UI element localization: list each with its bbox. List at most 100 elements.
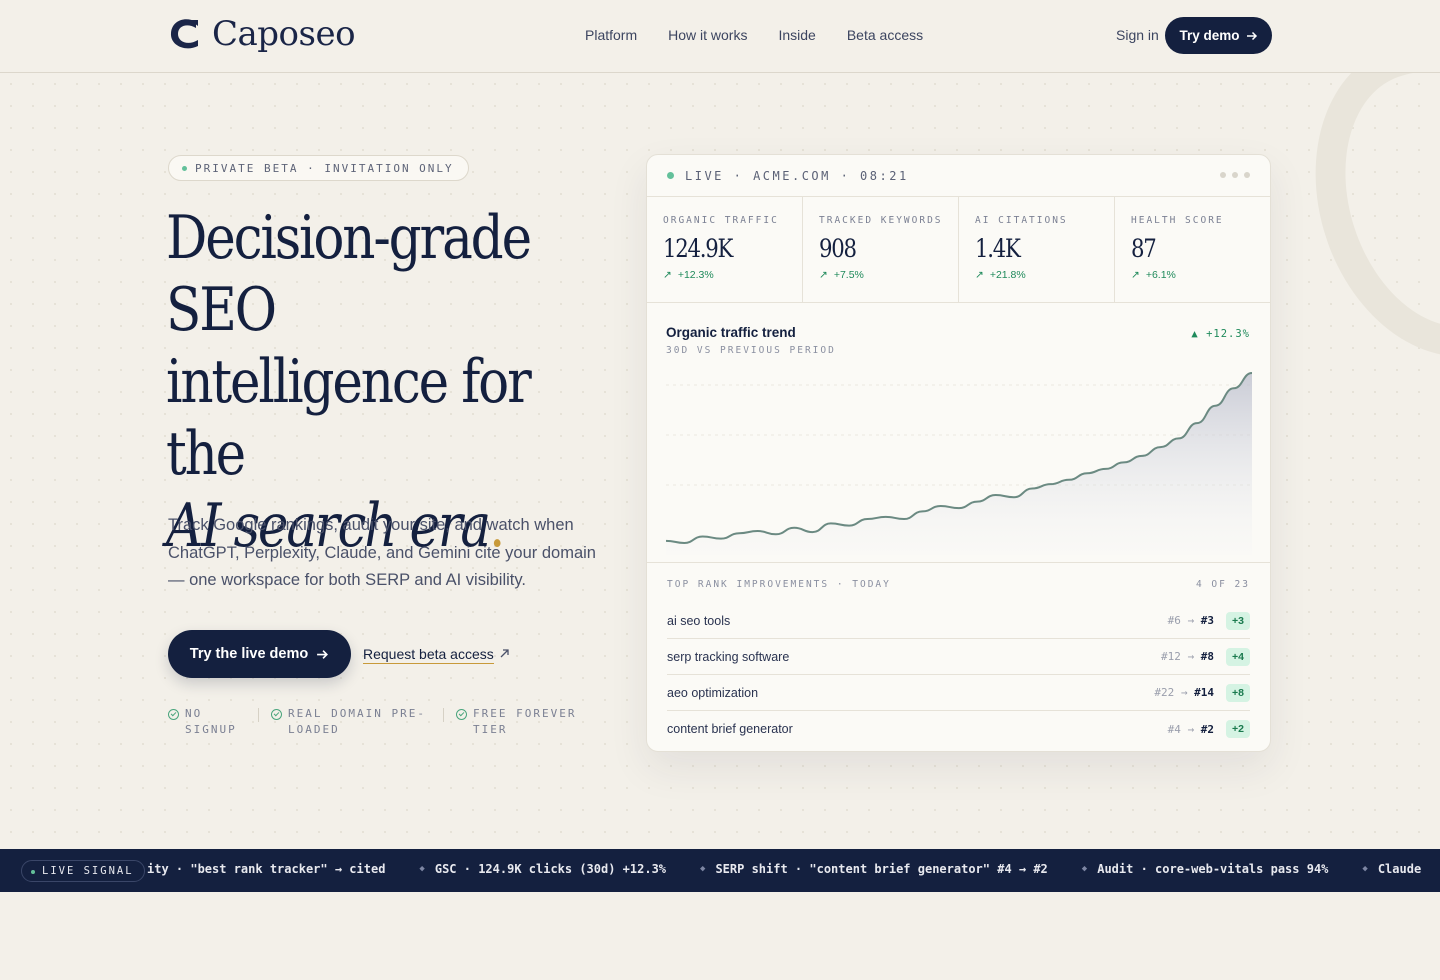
kpi-value: 87 [1131,234,1157,263]
kpi-value: 1.4K [975,234,1021,263]
window-dots-icon [1220,172,1250,178]
chart-delta: ▲ +12.3% [1191,328,1250,340]
check-circle-icon [271,709,282,720]
perk-real-domain: REAL DOMAIN PRE-LOADED [271,706,431,738]
kpi-delta: ↗ +7.5% [819,269,958,281]
kpi-health-score: HEALTH SCORE 87 ↗ +6.1% [1115,197,1270,302]
rank-from: #12 [1161,650,1181,663]
trend-chart-svg [666,372,1252,555]
ranks-header: TOP RANK IMPROVEMENTS · TODAY 4 OF 23 [667,563,1250,603]
perk-label: FREE FOREVER TIER [473,707,577,736]
kpi-delta-value: +12.3% [677,269,714,281]
trend-up-icon: ↗ [819,269,828,281]
check-circle-icon [168,709,179,720]
rank-row[interactable]: serp tracking software #12 → #8 +4 [667,639,1250,675]
kpi-label: AI CITATIONS [975,215,1068,226]
ticker-text: GSC · 124.9K clicks (30d) +12.3% [434,862,667,876]
request-beta-link[interactable]: Request beta access [363,646,494,664]
rank-to: #3 [1200,614,1214,627]
nav-platform[interactable]: Platform [585,27,637,43]
rank-keyword: ai seo tools [667,613,731,628]
rank-keyword: aeo optimization [667,685,759,700]
kpi-row: ORGANIC TRAFFIC 124.9K ↗ +12.3% TRACKED K… [647,197,1270,303]
chart-title: Organic traffic trend [666,325,796,340]
ranks-count: 4 OF 23 [1195,578,1250,590]
kpi-ai-citations: AI CITATIONS 1.4K ↗ +21.8% [959,197,1115,302]
nav-how-it-works[interactable]: How it works [668,27,747,43]
diamond-icon: ◆ [700,864,706,874]
rank-row[interactable]: ai seo tools #6 → #3 +3 [667,603,1250,639]
dashboard-top-bar: LIVE · ACME.COM · 08:21 [647,155,1270,197]
kpi-delta-value: +21.8% [989,269,1026,281]
trend-up-icon: ↗ [663,269,672,281]
site-header: Caposeo Platform How it works Inside Bet… [0,0,1440,73]
ticker-item: ◆ GSC · 124.9K clicks (30d) +12.3% [419,862,666,876]
private-beta-badge: PRIVATE BETA · INVITATION ONLY [168,155,469,181]
traffic-trend-chart: Organic traffic trend 30D VS PREVIOUS PE… [647,303,1270,563]
check-circle-icon [456,709,467,720]
arrow-up-right-icon [500,649,509,658]
live-signal-badge: LIVE SIGNAL [21,860,145,882]
kpi-delta: ↗ +12.3% [663,269,802,281]
kpi-label: TRACKED KEYWORDS [819,215,943,226]
kpi-value: 908 [819,234,857,263]
live-signal-ticker: LIVE SIGNAL ity · "best rank tracker" → … [0,849,1440,892]
rank-movement: #6 → #3 [1167,614,1214,627]
trend-area [666,373,1252,555]
nav-inside[interactable]: Inside [778,27,815,43]
perks-list: NO SIGNUP REAL DOMAIN PRE-LOADED FREE FO… [168,706,591,738]
rank-movement: #22 → #14 [1154,686,1214,699]
rank-to: #14 [1194,686,1214,699]
rank-from: #6 [1167,614,1181,627]
try-live-demo-button[interactable]: Try the live demo [168,630,351,678]
try-demo-button[interactable]: Try demo [1165,17,1272,54]
main-nav: Platform How it works Inside Beta access [585,27,923,43]
try-live-demo-label: Try the live demo [189,646,309,662]
sign-in-link[interactable]: Sign in [1116,27,1159,43]
rank-keyword: serp tracking software [667,649,790,664]
perk-no-signup: NO SIGNUP [168,706,246,738]
rank-from: #22 [1154,686,1175,699]
arrow-right-icon [1246,31,1257,40]
ticker-item: ◆ Audit · core-web-vitals pass 94% [1082,862,1329,876]
kpi-label: HEALTH SCORE [1131,215,1224,226]
rank-row[interactable]: aeo optimization #22 → #14 +8 [667,675,1250,711]
trend-up-icon: ↗ [1131,269,1140,281]
perk-free-tier: FREE FOREVER TIER [456,706,591,738]
brand-logo[interactable]: Caposeo [168,14,356,54]
perk-divider [443,708,444,722]
rank-change-badge: +2 [1226,720,1250,738]
rank-keyword: content brief generator [667,722,793,736]
headline-line-2: SEO [166,275,277,345]
perk-divider [258,708,259,722]
perk-label: REAL DOMAIN PRE-LOADED [288,707,426,736]
rank-row[interactable]: content brief generator #4 → #2 +2 [667,711,1250,747]
kpi-label: ORGANIC TRAFFIC [663,215,779,226]
rank-change-badge: +3 [1226,611,1250,630]
kpi-tracked-keywords: TRACKED KEYWORDS 908 ↗ +7.5% [803,197,959,302]
kpi-delta-value: +7.5% [833,269,864,281]
ranks-title: TOP RANK IMPROVEMENTS · TODAY [667,578,891,590]
headline-line-1: Decision-grade [166,203,532,273]
trend-up-icon: ↗ [975,269,984,281]
rank-movement: #4 → #2 [1167,722,1214,736]
rank-change-badge: +4 [1226,647,1250,666]
ticker-item: ity · "best rank tracker" → cited [147,862,385,876]
live-dot-icon [667,172,674,179]
logo-mark-icon [170,19,198,49]
kpi-delta: ↗ +21.8% [975,269,1114,281]
dashboard-preview: LIVE · ACME.COM · 08:21 ORGANIC TRAFFIC … [646,154,1271,752]
headline-line-3: intelligence for the [166,347,532,489]
kpi-organic-traffic: ORGANIC TRAFFIC 124.9K ↗ +12.3% [647,197,803,302]
live-domain-label: LIVE · ACME.COM · 08:21 [685,168,909,183]
ticker-item: ◆ Claude [1362,862,1421,876]
diamond-icon: ◆ [1081,864,1088,874]
ticker-text: SERP shift · "content brief generator" #… [715,862,1048,876]
rank-improvements: TOP RANK IMPROVEMENTS · TODAY 4 OF 23 ai… [647,563,1270,747]
arrow-right-icon [317,649,329,659]
hero-subtext: Track Google rankings, audit your site, … [168,516,596,589]
ticker-text: Audit · core-web-vitals pass 94% [1097,862,1329,876]
nav-beta-access[interactable]: Beta access [847,27,923,43]
kpi-value: 124.9K [663,234,733,263]
chart-subtitle: 30D VS PREVIOUS PERIOD [666,345,836,356]
